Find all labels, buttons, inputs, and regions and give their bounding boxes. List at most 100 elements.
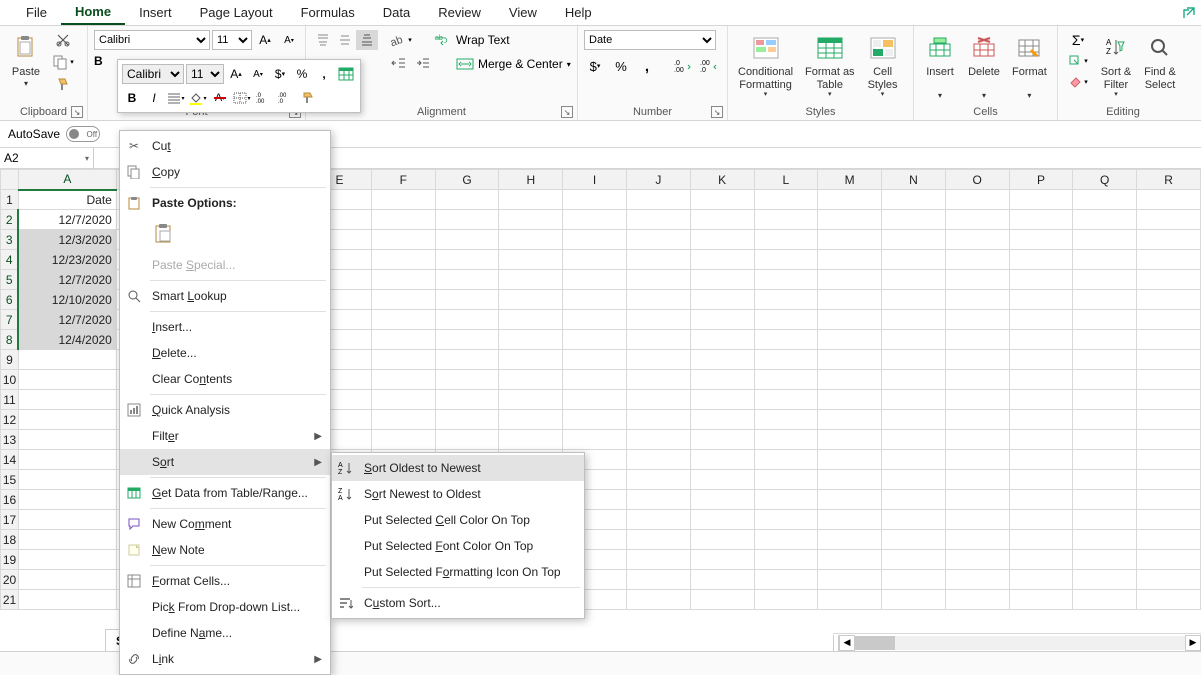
cell[interactable]: [18, 470, 116, 490]
cell[interactable]: [754, 270, 818, 290]
ctx-pick-dropdown[interactable]: Pick From Drop-down List...: [120, 594, 330, 620]
cell[interactable]: [371, 410, 435, 430]
column-header[interactable]: N: [882, 170, 946, 190]
cell[interactable]: [1009, 490, 1073, 510]
ctx-quick-analysis[interactable]: Quick Analysis: [120, 397, 330, 423]
cell[interactable]: [626, 330, 690, 350]
cell[interactable]: [18, 350, 116, 370]
cell[interactable]: [690, 470, 754, 490]
cell[interactable]: [1073, 190, 1137, 210]
column-header[interactable]: Q: [1073, 170, 1137, 190]
cell[interactable]: [945, 310, 1009, 330]
cell[interactable]: [754, 450, 818, 470]
cell[interactable]: [754, 590, 818, 610]
cell[interactable]: [499, 390, 563, 410]
cell[interactable]: [818, 190, 882, 210]
copy-button[interactable]: ▾: [52, 52, 74, 72]
cell[interactable]: [818, 530, 882, 550]
mini-bold-icon[interactable]: B: [122, 88, 142, 108]
cell[interactable]: [690, 410, 754, 430]
cell[interactable]: [882, 270, 946, 290]
cell[interactable]: [371, 190, 435, 210]
column-header[interactable]: K: [690, 170, 754, 190]
row-header[interactable]: 20: [1, 570, 19, 590]
cell[interactable]: [818, 510, 882, 530]
tab-help[interactable]: Help: [551, 1, 606, 24]
sort-newest-oldest[interactable]: ZA Sort Newest to Oldest: [332, 481, 584, 507]
cell[interactable]: [1073, 430, 1137, 450]
mini-dec-decimal-icon[interactable]: .00.0: [276, 88, 296, 108]
cell[interactable]: [754, 510, 818, 530]
autosum-icon[interactable]: Σ ▾: [1064, 30, 1092, 50]
cell[interactable]: [18, 490, 116, 510]
cell[interactable]: [435, 350, 499, 370]
cell[interactable]: [690, 330, 754, 350]
cell[interactable]: [626, 530, 690, 550]
cell[interactable]: [818, 290, 882, 310]
fill-icon[interactable]: ▾: [1064, 51, 1092, 71]
cell[interactable]: [1137, 350, 1201, 370]
cell[interactable]: [1137, 230, 1201, 250]
conditional-formatting-button[interactable]: Conditional Formatting ▾: [734, 30, 797, 101]
cell[interactable]: [499, 430, 563, 450]
column-header[interactable]: G: [435, 170, 499, 190]
cell[interactable]: [371, 290, 435, 310]
format-cells-button[interactable]: Format▾: [1008, 30, 1051, 102]
cell[interactable]: [818, 330, 882, 350]
cell[interactable]: [690, 590, 754, 610]
cell[interactable]: [1137, 410, 1201, 430]
cell[interactable]: [563, 290, 627, 310]
cell[interactable]: [1073, 510, 1137, 530]
cell[interactable]: [563, 350, 627, 370]
row-header[interactable]: 1: [1, 190, 19, 210]
cell[interactable]: [818, 570, 882, 590]
sort-custom[interactable]: Custom Sort...: [332, 590, 584, 616]
cell[interactable]: [690, 250, 754, 270]
cell[interactable]: [1073, 350, 1137, 370]
cell[interactable]: [1009, 270, 1073, 290]
cell[interactable]: [1073, 310, 1137, 330]
clear-icon[interactable]: ▾: [1064, 72, 1092, 92]
cell[interactable]: [1009, 450, 1073, 470]
cell[interactable]: [499, 210, 563, 230]
ctx-format-cells[interactable]: Format Cells...: [120, 568, 330, 594]
cell[interactable]: [945, 570, 1009, 590]
cell[interactable]: [690, 390, 754, 410]
sort-oldest-newest[interactable]: AZ Sort Oldest to Newest: [332, 455, 584, 481]
cell[interactable]: [1073, 330, 1137, 350]
column-header[interactable]: O: [945, 170, 1009, 190]
cell[interactable]: [818, 550, 882, 570]
cell[interactable]: [1137, 290, 1201, 310]
cell[interactable]: [754, 470, 818, 490]
cell[interactable]: [882, 210, 946, 230]
cell[interactable]: [499, 350, 563, 370]
mini-font-color-icon[interactable]: A▾: [210, 88, 230, 108]
cell[interactable]: [945, 290, 1009, 310]
tab-file[interactable]: File: [12, 1, 61, 24]
cell[interactable]: [882, 290, 946, 310]
mini-percent-icon[interactable]: %: [292, 64, 312, 84]
cell[interactable]: [945, 270, 1009, 290]
cell[interactable]: [626, 410, 690, 430]
cell-styles-button[interactable]: Cell Styles ▾: [863, 30, 903, 101]
cell[interactable]: [945, 490, 1009, 510]
cell[interactable]: [1073, 270, 1137, 290]
row-header[interactable]: 18: [1, 530, 19, 550]
paste-default-icon[interactable]: [150, 220, 178, 248]
cell[interactable]: [690, 510, 754, 530]
cell[interactable]: [1137, 570, 1201, 590]
cell[interactable]: [1073, 210, 1137, 230]
cell[interactable]: [818, 450, 882, 470]
cell[interactable]: [1073, 410, 1137, 430]
cell[interactable]: 12/7/2020: [18, 310, 116, 330]
cell[interactable]: [435, 270, 499, 290]
cell[interactable]: [1137, 590, 1201, 610]
cell[interactable]: [1009, 570, 1073, 590]
cell[interactable]: [1009, 370, 1073, 390]
cell[interactable]: [882, 370, 946, 390]
cell[interactable]: [18, 390, 116, 410]
cell[interactable]: [945, 530, 1009, 550]
cell[interactable]: [882, 390, 946, 410]
row-header[interactable]: 3: [1, 230, 19, 250]
ctx-new-comment[interactable]: New Comment: [120, 511, 330, 537]
